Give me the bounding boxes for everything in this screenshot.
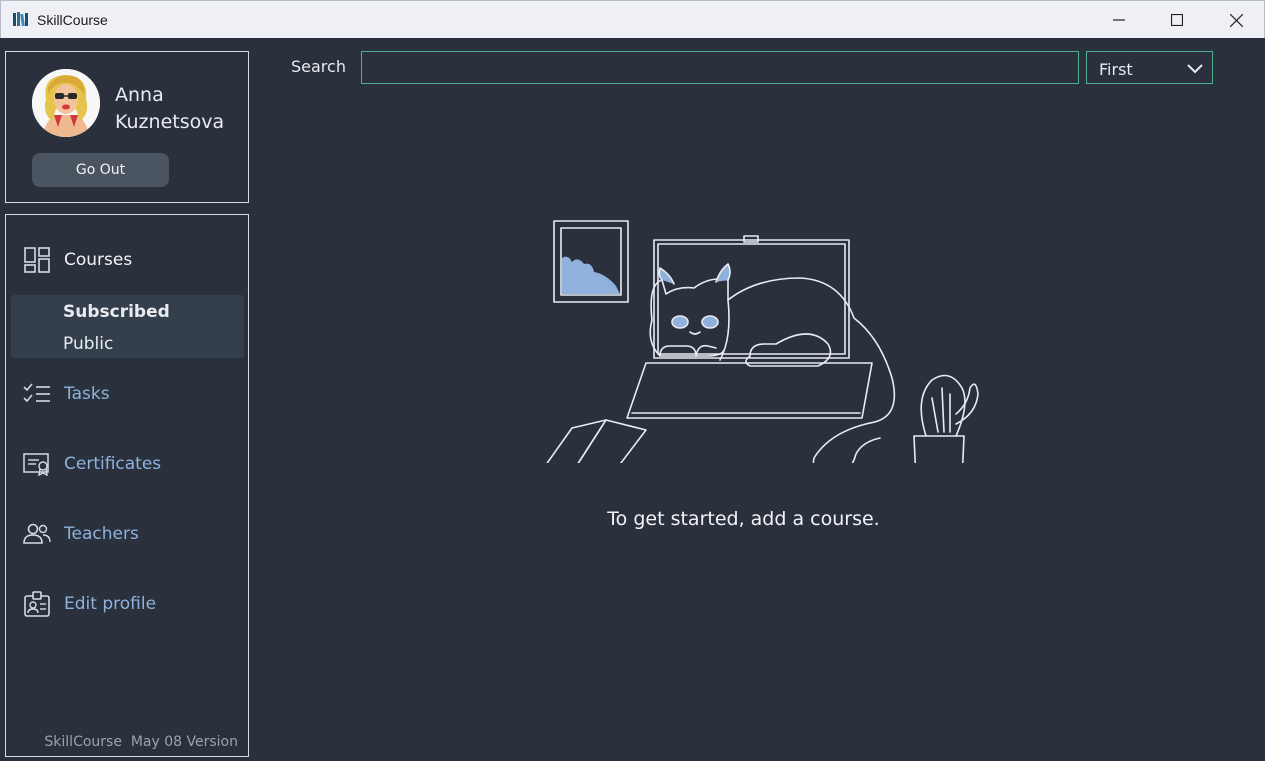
user-name: Anna Kuznetsova xyxy=(115,82,245,136)
go-out-button[interactable]: Go Out xyxy=(32,153,169,187)
nav-label-tasks: Tasks xyxy=(64,384,110,404)
nav-label-edit-profile: Edit profile xyxy=(64,594,157,614)
version-text: SkillCourse May 08 Version xyxy=(44,734,238,750)
books-icon xyxy=(13,12,28,27)
minimize-icon xyxy=(1113,19,1125,21)
title-bar: SkillCourse xyxy=(0,0,1265,38)
search-label: Search xyxy=(291,57,346,76)
certificate-icon xyxy=(22,449,52,479)
close-icon xyxy=(1229,13,1243,27)
checklist-icon xyxy=(22,379,52,409)
chevron-down-icon xyxy=(1187,64,1203,74)
nav-item-tasks[interactable]: Tasks xyxy=(6,374,248,414)
navigation-panel: Courses Subscribed Public Tasks Certific… xyxy=(5,214,249,757)
minimize-button[interactable] xyxy=(1090,1,1148,39)
sort-select-value: First xyxy=(1099,60,1133,79)
subnav-item-subscribed[interactable]: Subscribed xyxy=(63,302,170,322)
avatar-image xyxy=(32,69,100,137)
close-button[interactable] xyxy=(1207,1,1265,39)
nav-item-certificates[interactable]: Certificates xyxy=(6,444,248,484)
sort-select[interactable]: First xyxy=(1086,51,1213,84)
empty-state-message: To get started, add a course. xyxy=(607,508,880,530)
maximize-icon xyxy=(1171,14,1183,26)
nav-label-certificates: Certificates xyxy=(64,454,162,474)
courses-subnav: Subscribed Public xyxy=(11,295,244,358)
profile-panel: Anna Kuznetsova Go Out xyxy=(5,51,249,203)
search-input[interactable] xyxy=(361,51,1079,84)
user-first-name: Anna xyxy=(115,84,164,106)
maximize-button[interactable] xyxy=(1148,1,1206,39)
avatar[interactable] xyxy=(32,69,100,137)
nav-item-courses[interactable]: Courses xyxy=(6,240,248,280)
app-client: Anna Kuznetsova Go Out Courses Subscribe… xyxy=(0,38,1265,761)
nav-item-edit-profile[interactable]: Edit profile xyxy=(6,584,248,624)
window-title: SkillCourse xyxy=(37,12,108,28)
user-last-name: Kuznetsova xyxy=(115,111,225,133)
nav-label-courses: Courses xyxy=(64,250,133,270)
empty-state-illustration xyxy=(546,220,979,463)
id-badge-icon xyxy=(22,589,52,619)
subnav-item-public[interactable]: Public xyxy=(63,334,113,354)
grid-icon xyxy=(22,245,52,275)
